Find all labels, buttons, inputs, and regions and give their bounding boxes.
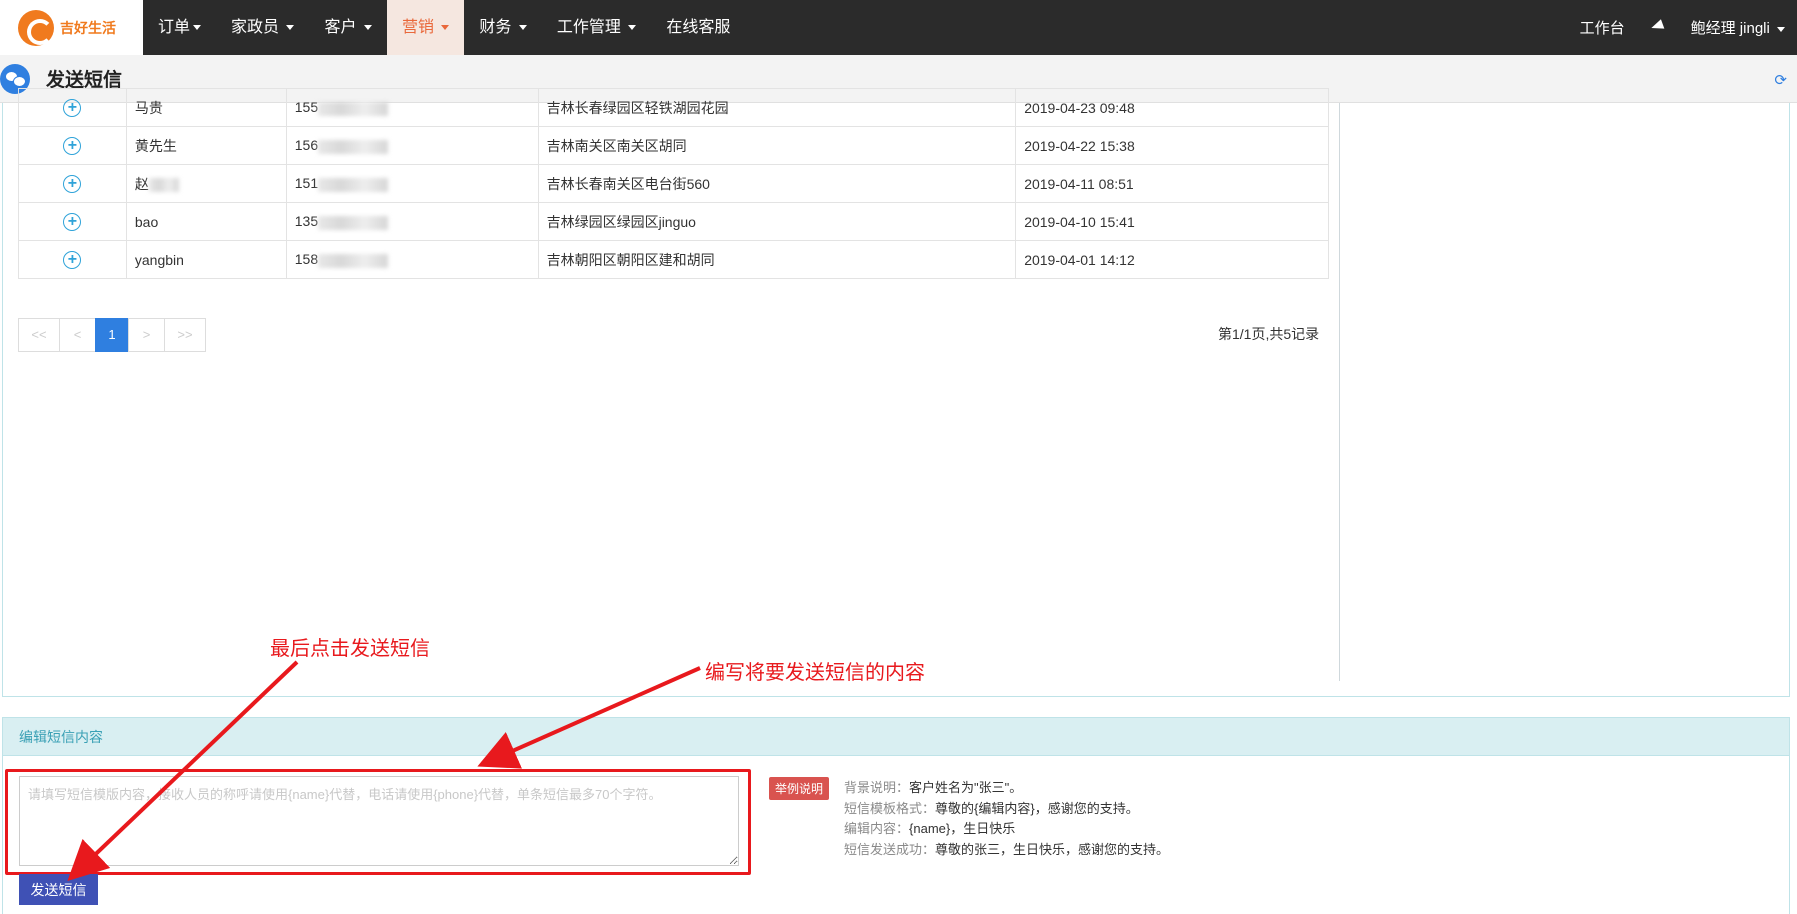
add-circle-icon[interactable]: + xyxy=(63,250,82,269)
customer-table: + 马贵 155 吉林长春绿园区轻铁湖园花园 2019-04-23 09:48 … xyxy=(18,88,1329,279)
nav-item-housekeepers[interactable]: 家政员 xyxy=(216,0,309,55)
customer-date: 2019-04-23 09:48 xyxy=(1015,88,1329,127)
add-circle-icon[interactable]: + xyxy=(63,136,82,155)
sms-content-input[interactable] xyxy=(19,776,739,866)
brand-logo[interactable]: 吉好生活 xyxy=(0,0,143,55)
customer-name: 赵 xyxy=(125,164,287,203)
customer-name: 黄先生 xyxy=(125,126,287,165)
edit-sms-panel: 编辑短信内容 发送短信 举例说明 背景说明：客户姓名为"张三"。 短信模板格式：… xyxy=(2,717,1790,914)
table-row: + bao 135 吉林绿园区绿园区jinguo 2019-04-10 15:4… xyxy=(18,202,1329,241)
current-page-button[interactable]: 1 xyxy=(95,318,129,352)
next-page-button[interactable]: > xyxy=(128,318,165,352)
caret-down-icon xyxy=(518,25,527,31)
nav-item-customers[interactable]: 客户 xyxy=(309,0,386,55)
add-circle-icon[interactable]: + xyxy=(63,212,82,231)
customer-phone: 155 xyxy=(285,88,539,127)
caret-down-icon xyxy=(363,25,372,31)
pagination: << < 1 > >> xyxy=(18,318,206,352)
caret-down-icon xyxy=(286,25,295,31)
customer-phone: 151 xyxy=(285,164,539,203)
customer-date: 2019-04-01 14:12 xyxy=(1015,240,1329,279)
nav-right: 工作台 鲍经理 jingli xyxy=(1568,0,1797,55)
table-row: + 赵 151 吉林长春南关区电台街560 2019-04-11 08:51 xyxy=(18,164,1329,203)
nav-item-marketing[interactable]: 营销 xyxy=(386,0,465,55)
customer-address: 吉林长春绿园区轻铁湖园花园 xyxy=(537,88,1017,127)
caret-down-icon xyxy=(441,25,450,31)
customer-name: bao xyxy=(125,202,287,241)
customer-name: 马贵 xyxy=(125,88,287,127)
caret-down-icon xyxy=(193,25,202,31)
nav-item-work-management[interactable]: 工作管理 xyxy=(542,0,651,55)
main-nav: 订单 家政员 客户 营销 财务 工作管理 在线客服 xyxy=(143,0,745,55)
nav-item-finance[interactable]: 财务 xyxy=(464,0,541,55)
caret-down-icon xyxy=(628,25,637,31)
customer-address: 吉林长春南关区电台街560 xyxy=(537,164,1017,203)
caret-down-icon xyxy=(1777,26,1785,32)
sms-panel-title: 编辑短信内容 xyxy=(3,718,1789,756)
example-line: 背景说明：客户姓名为"张三"。 xyxy=(844,780,1023,795)
prev-page-button[interactable]: < xyxy=(59,318,96,352)
table-row: + 马贵 155 吉林长春绿园区轻铁湖园花园 2019-04-23 09:48 xyxy=(18,88,1329,127)
example-line: 编辑内容：{name}，生日快乐 xyxy=(844,821,1016,836)
workbench-link[interactable]: 工作台 xyxy=(1568,17,1637,38)
first-page-button[interactable]: << xyxy=(18,318,60,352)
add-circle-icon[interactable]: + xyxy=(63,98,82,117)
customer-date: 2019-04-11 08:51 xyxy=(1015,164,1329,203)
megaphone-icon[interactable] xyxy=(1637,19,1679,37)
table-row: + yangbin 158 吉林朝阳区朝阳区建和胡同 2019-04-01 14… xyxy=(18,240,1329,279)
table-row: + 黄先生 156 吉林南关区南关区胡同 2019-04-22 15:38 xyxy=(18,126,1329,165)
customer-phone: 158 xyxy=(285,240,539,279)
top-navbar: 吉好生活 订单 家政员 客户 营销 财务 工作管理 在线客服 工作台 鲍经理 j… xyxy=(0,0,1797,55)
customer-address: 吉林绿园区绿园区jinguo xyxy=(537,202,1017,241)
customer-name: yangbin xyxy=(125,240,287,279)
panel-divider xyxy=(1339,103,1340,681)
example-line: 短信发送成功：尊敬的张三，生日快乐，感谢您的支持。 xyxy=(844,841,1170,857)
send-sms-button[interactable]: 发送短信 xyxy=(19,874,98,905)
customer-date: 2019-04-10 15:41 xyxy=(1015,202,1329,241)
nav-item-online-service[interactable]: 在线客服 xyxy=(651,0,745,55)
example-description: 背景说明：客户姓名为"张三"。 短信模板格式：尊敬的{编辑内容}，感谢您的支持。… xyxy=(844,778,1169,860)
add-circle-icon[interactable]: + xyxy=(63,174,82,193)
customer-address: 吉林南关区南关区胡同 xyxy=(537,126,1017,165)
refresh-icon[interactable]: ⟳ xyxy=(1774,71,1787,89)
customer-phone: 135 xyxy=(285,202,539,241)
user-menu[interactable]: 鲍经理 jingli xyxy=(1679,17,1797,38)
nav-item-orders[interactable]: 订单 xyxy=(143,0,216,55)
customer-phone: 156 xyxy=(285,126,539,165)
example-badge: 举例说明 xyxy=(769,777,830,800)
annotation-write-content: 编写将要发送短信的内容 xyxy=(705,662,925,684)
brand-logo-icon xyxy=(18,9,54,46)
page-info: 第1/1页,共5记录 xyxy=(1218,326,1320,342)
customer-date: 2019-04-22 15:38 xyxy=(1015,126,1329,165)
annotation-click-send: 最后点击发送短信 xyxy=(270,638,430,660)
brand-name: 吉好生活 xyxy=(60,19,116,36)
last-page-button[interactable]: >> xyxy=(164,318,206,352)
example-line: 短信模板格式：尊敬的{编辑内容}，感谢您的支持。 xyxy=(844,800,1139,816)
customer-address: 吉林朝阳区朝阳区建和胡同 xyxy=(537,240,1017,279)
